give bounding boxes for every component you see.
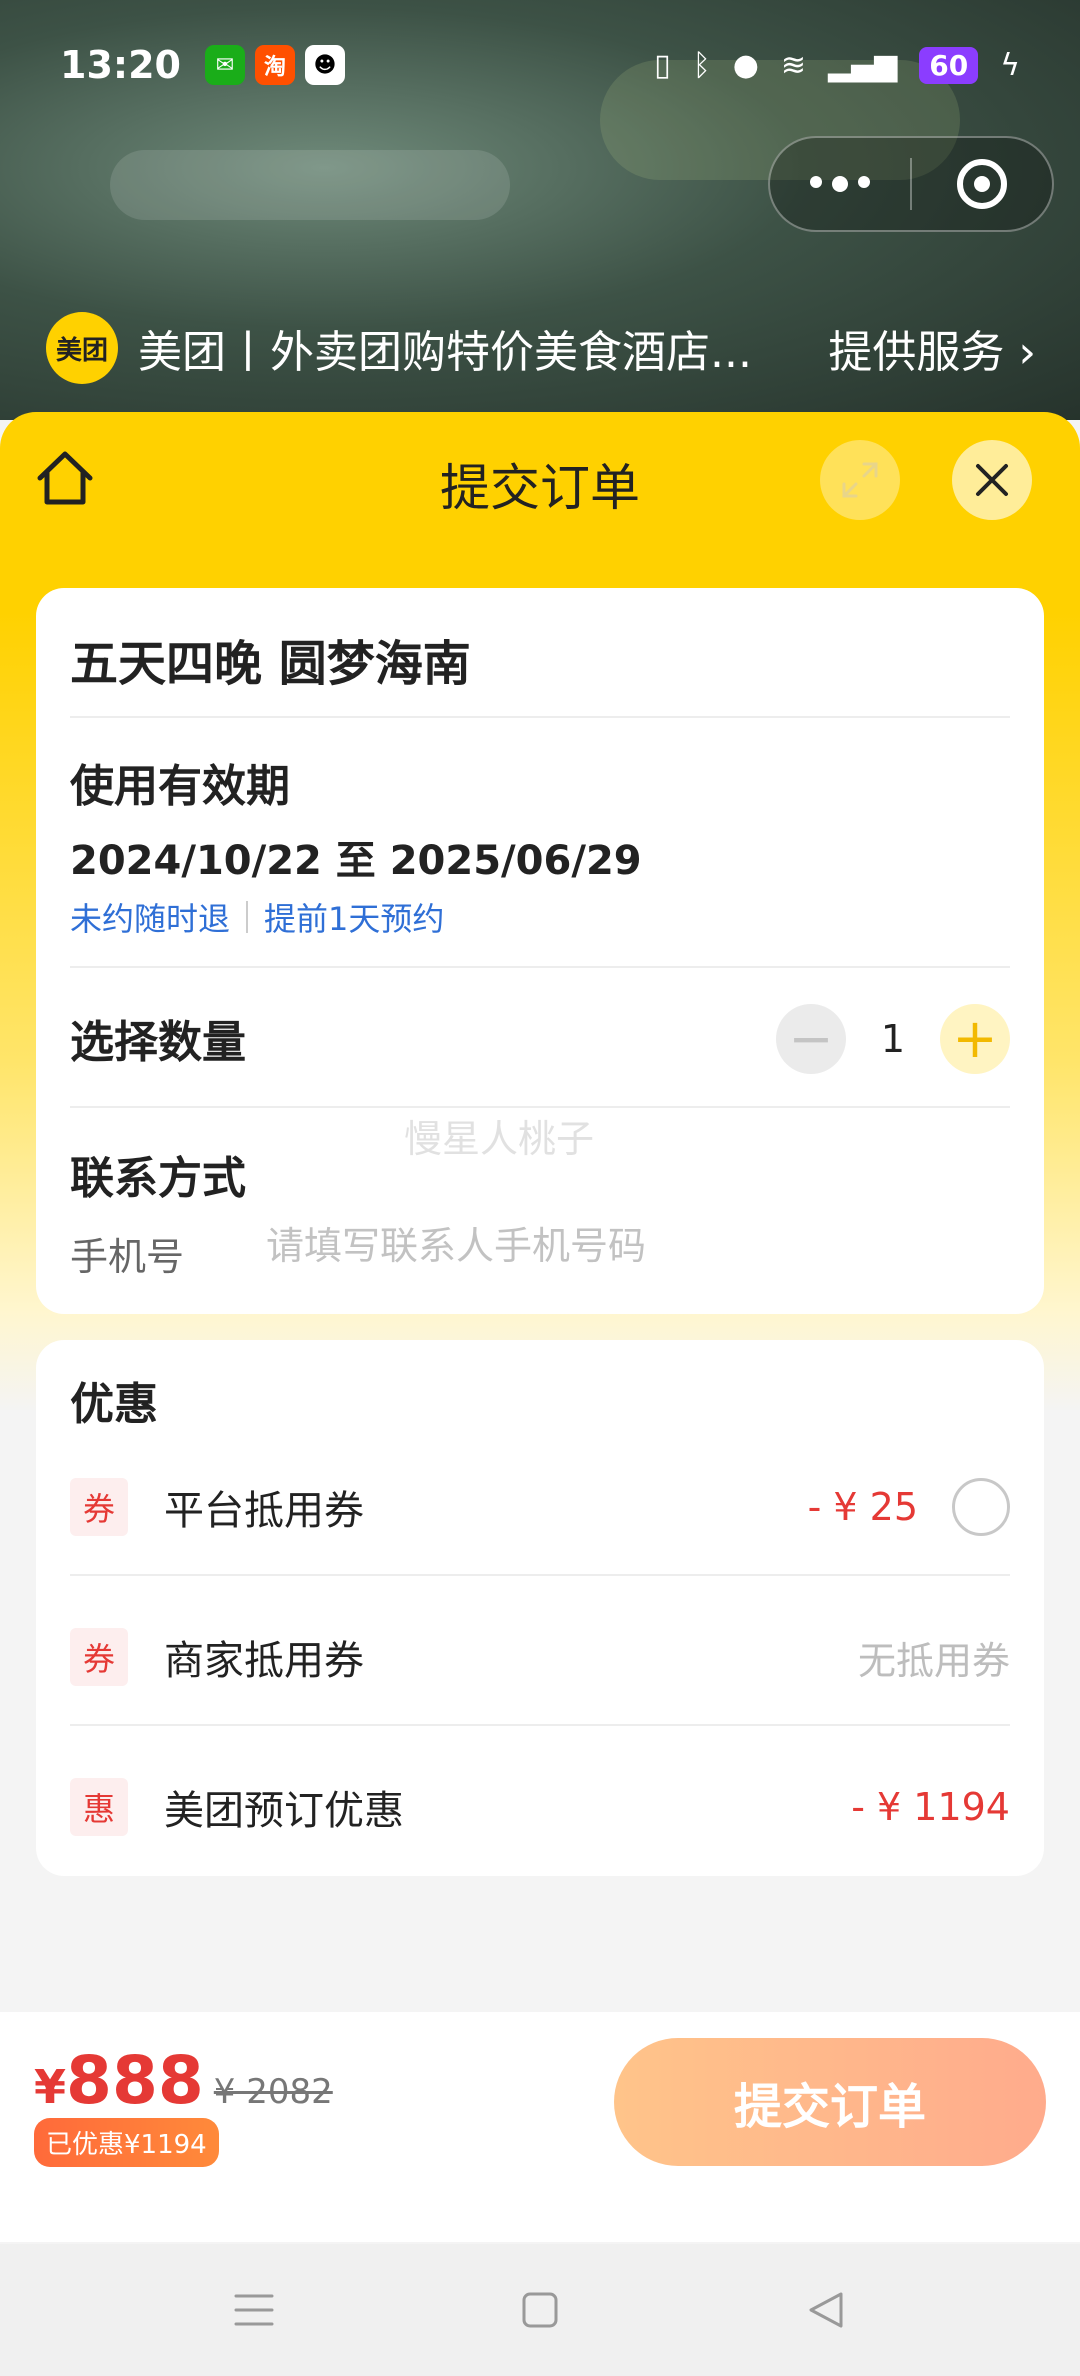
- discount-amount: - ¥ 1194: [851, 1785, 1010, 1829]
- discount-label: 美团预订优惠: [164, 1788, 404, 1834]
- mini-program-header: 美团 美团丨外卖团购特价美食酒店... 提供服务 ›: [46, 312, 1036, 384]
- meituan-logo: 美团: [46, 312, 118, 384]
- booking-discount-row: 惠 美团预订优惠 - ¥ 1194: [70, 1732, 1010, 1882]
- discount-title: 优惠: [70, 1379, 158, 1430]
- sheet-header: 提交订单: [0, 412, 1080, 542]
- discount-label: 平台抵用券: [164, 1488, 364, 1534]
- status-time: 13:20: [60, 43, 181, 87]
- coupon-radio[interactable]: [952, 1478, 1010, 1536]
- home-nav-button[interactable]: [517, 2287, 563, 2333]
- system-navigation-bar: [0, 2244, 1080, 2376]
- coupon-badge: 券: [70, 1478, 128, 1536]
- total-price: ¥ 888 ¥ 2082: [34, 2042, 333, 2119]
- wechat-icon: ✉: [204, 45, 245, 85]
- refund-tag: 未约随时退: [70, 900, 231, 938]
- divider: [70, 716, 1010, 718]
- close-button[interactable]: [952, 440, 1032, 520]
- menu-icon: [234, 2294, 274, 2326]
- background-blob: [110, 150, 510, 220]
- page-title: 提交订单: [440, 459, 640, 517]
- qq-icon: ☻: [304, 45, 345, 85]
- policy-tags: 未约随时退 提前1天预约: [70, 894, 444, 940]
- more-dots-icon: [810, 176, 870, 192]
- menu-button[interactable]: [231, 2287, 277, 2333]
- mini-program-title: 美团丨外卖团购特价美食酒店...: [138, 327, 752, 378]
- mini-program-capsule: [768, 136, 1054, 232]
- validity-label: 使用有效期: [70, 761, 290, 812]
- platform-coupon-row[interactable]: 券 平台抵用券 - ¥ 25: [70, 1432, 1010, 1582]
- validity-dates: 2024/10/22 至 2025/06/29: [70, 838, 642, 884]
- submit-order-button[interactable]: 提交订单: [614, 2038, 1046, 2166]
- merchant-coupon-row[interactable]: 券 商家抵用券 无抵用券: [70, 1582, 1010, 1732]
- product-name: 五天四晚 圆梦海南: [70, 636, 471, 692]
- back-triangle-icon: [809, 2292, 843, 2328]
- saved-badge: 已优惠¥1194: [34, 2118, 219, 2167]
- discount-card: 优惠 券 平台抵用券 - ¥ 25 券 商家抵用券 无抵用券 惠 美团预订优惠 …: [36, 1340, 1044, 1876]
- charging-icon: ϟ: [1000, 47, 1020, 83]
- coupon-badge: 券: [70, 1628, 128, 1686]
- phone-label: 手机号: [70, 1235, 185, 1279]
- decrease-button[interactable]: −: [776, 1004, 846, 1074]
- price-amount: 888: [66, 2042, 204, 2119]
- discount-amount: 无抵用券: [857, 1638, 1010, 1683]
- close-icon: [976, 464, 1008, 496]
- contact-label: 联系方式: [70, 1153, 246, 1204]
- expand-button[interactable]: [820, 440, 900, 520]
- back-nav-button[interactable]: [803, 2287, 849, 2333]
- expand-icon: [842, 462, 878, 498]
- discount-amount: - ¥ 25: [807, 1485, 918, 1529]
- square-icon: [522, 2292, 558, 2328]
- wifi-icon: ≋: [780, 47, 807, 83]
- quantity-value: 1: [880, 1017, 906, 1061]
- discount-badge: 惠: [70, 1778, 128, 1836]
- taobao-icon: 淘: [254, 45, 295, 85]
- service-link[interactable]: 提供服务 ›: [828, 316, 1036, 380]
- target-icon: [957, 159, 1007, 209]
- bluetooth-icon: ᛒ: [692, 47, 711, 83]
- quantity-label: 选择数量: [70, 1017, 246, 1068]
- booking-tag: 提前1天预约: [264, 900, 445, 938]
- status-icons: ▯ ᛒ ● ≋ ▂▄▆ 60 ϟ: [654, 46, 1020, 84]
- phone-input[interactable]: [266, 1216, 986, 1276]
- divider: [70, 1574, 1010, 1576]
- divider: [70, 966, 1010, 968]
- checkout-bar: ¥ 888 ¥ 2082 已优惠¥1194 提交订单: [0, 2012, 1080, 2242]
- quantity-stepper: − 1 +: [776, 1004, 1010, 1074]
- increase-button[interactable]: +: [940, 1004, 1010, 1074]
- tag-separator: [246, 901, 249, 933]
- currency-symbol: ¥: [34, 2060, 67, 2114]
- signal-icon: ▂▄▆: [828, 47, 898, 83]
- divider: [70, 1724, 1010, 1726]
- vibrate-icon: ▯: [654, 47, 671, 83]
- original-price: ¥ 2082: [213, 2072, 333, 2112]
- order-info-card: 五天四晚 圆梦海南 使用有效期 2024/10/22 至 2025/06/29 …: [36, 588, 1044, 1314]
- status-bar: 13:20 ✉ 淘 ☻ ▯ ᛒ ● ≋ ▂▄▆ 60 ϟ: [0, 0, 1080, 130]
- watermark: 慢星人桃子: [404, 1117, 595, 1161]
- location-icon: ●: [732, 47, 759, 83]
- discount-label: 商家抵用券: [164, 1638, 364, 1684]
- more-button[interactable]: [770, 138, 910, 230]
- exit-mini-program-button[interactable]: [912, 138, 1052, 230]
- battery-indicator: 60: [919, 46, 979, 84]
